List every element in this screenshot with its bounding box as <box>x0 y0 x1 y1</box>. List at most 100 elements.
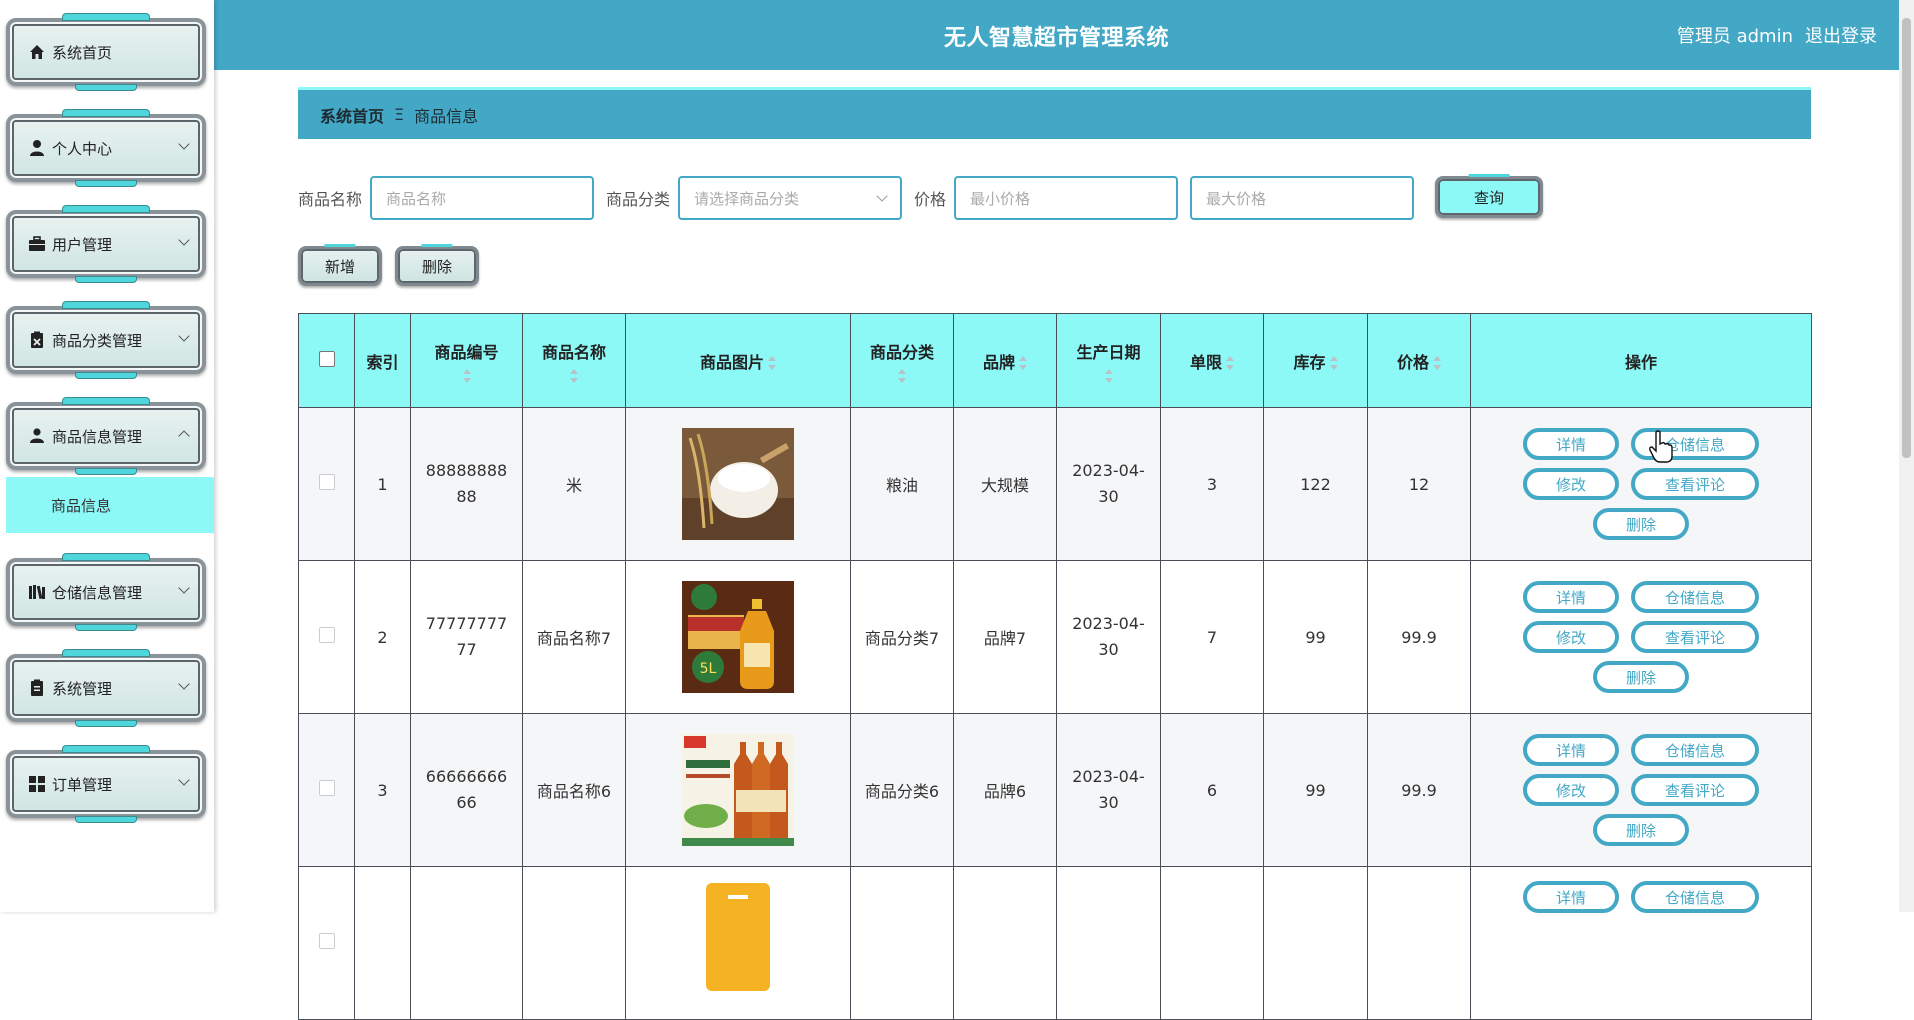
sidebar-item-personal-center[interactable]: 个人中心 <box>6 110 206 186</box>
code-text: 8888888888 <box>425 461 508 506</box>
min-price-input[interactable]: 最小价格 <box>954 176 1179 220</box>
sidebar-item-label: 用户管理 <box>52 235 113 254</box>
cell-index: 1 <box>354 407 411 561</box>
product-image-oil: 5L <box>682 581 794 693</box>
cell-date: 2023-04-30 <box>1056 713 1161 867</box>
product-name-input[interactable]: 商品名称 <box>370 176 595 220</box>
storage-info-button[interactable]: 仓储信息 <box>1631 734 1759 766</box>
cell-date <box>1056 866 1161 1020</box>
edit-button[interactable]: 修改 <box>1523 774 1619 806</box>
cell-price <box>1367 866 1471 1020</box>
code-text: 7777777777 <box>425 614 508 659</box>
date-text: 2023-04-30 <box>1072 767 1145 812</box>
sort-icon[interactable] <box>1433 356 1441 370</box>
view-reviews-button[interactable]: 查看评论 <box>1631 774 1759 806</box>
edit-button[interactable]: 修改 <box>1523 468 1619 500</box>
cell-actions: 详情 仓储信息 修改 查看评论 删除 <box>1470 407 1812 561</box>
svg-text:5L: 5L <box>700 661 717 677</box>
cell-stock: 122 <box>1263 407 1368 561</box>
batch-delete-button[interactable]: 删除 <box>395 246 479 286</box>
sidebar-item-product-management[interactable]: 商品信息管理 <box>6 398 206 474</box>
header-limit[interactable]: 单限 <box>1160 313 1264 408</box>
header-name[interactable]: 商品名称 <box>522 313 626 408</box>
sidebar-item-label: 系统管理 <box>52 679 113 698</box>
sidebar: 系统首页 个人中心 用户管理 商品分类管理 商品信息管理 商品信息 仓储信息管理… <box>0 0 214 912</box>
scrollbar-thumb[interactable] <box>1902 18 1911 458</box>
row-select-cell[interactable] <box>298 560 355 714</box>
sidebar-item-label: 商品分类管理 <box>52 331 143 350</box>
cell-image <box>625 713 851 867</box>
row-actions: 详情 仓储信息 修改 查看评论 删除 <box>1521 581 1761 693</box>
detail-button[interactable]: 详情 <box>1523 881 1619 913</box>
sort-icon[interactable] <box>898 368 906 383</box>
header-select-all[interactable] <box>298 313 355 408</box>
add-button-label: 新增 <box>324 257 355 276</box>
breadcrumb-current: 商品信息 <box>414 106 479 126</box>
code-text: 6666666666 <box>425 767 508 812</box>
row-select-cell[interactable] <box>298 407 355 561</box>
user-icon <box>28 427 46 445</box>
cell-code <box>410 866 523 1020</box>
query-button[interactable]: 查询 <box>1435 176 1543 218</box>
header-label: 商品名称 <box>541 342 606 362</box>
row-checkbox[interactable] <box>318 474 335 490</box>
breadcrumb-home[interactable]: 系统首页 <box>320 103 384 127</box>
delete-row-button[interactable]: 删除 <box>1593 508 1689 540</box>
breadcrumb: 系统首页 Ξ 商品信息 <box>298 87 1811 139</box>
menu-content: 仓储信息管理 <box>28 576 190 608</box>
view-reviews-button[interactable]: 查看评论 <box>1631 468 1759 500</box>
sort-icon[interactable] <box>1104 368 1113 383</box>
header-label: 生产日期 <box>1076 342 1141 362</box>
detail-button[interactable]: 详情 <box>1523 581 1619 613</box>
current-user[interactable]: 管理员 admin <box>1677 22 1793 48</box>
header-date[interactable]: 生产日期 <box>1056 313 1161 408</box>
delete-row-button[interactable]: 删除 <box>1593 661 1689 693</box>
sort-icon[interactable] <box>462 368 471 383</box>
page-scrollbar[interactable] <box>1899 0 1914 912</box>
chevron-down-icon <box>876 190 888 202</box>
header-category[interactable]: 商品分类 <box>850 313 954 408</box>
header-price[interactable]: 价格 <box>1367 313 1471 408</box>
clipboard-x-icon <box>28 331 46 349</box>
view-reviews-button[interactable]: 查看评论 <box>1631 621 1759 653</box>
row-select-cell[interactable] <box>298 713 355 867</box>
briefcase-icon <box>28 235 46 253</box>
sidebar-item-home[interactable]: 系统首页 <box>6 14 206 90</box>
detail-button[interactable]: 详情 <box>1523 428 1619 460</box>
header-image[interactable]: 商品图片 <box>625 313 851 408</box>
product-image-wine <box>682 734 794 846</box>
category-label: 商品分类 <box>606 190 671 209</box>
header-code[interactable]: 商品编号 <box>410 313 523 408</box>
sidebar-item-storage-management[interactable]: 仓储信息管理 <box>6 554 206 630</box>
header-brand[interactable]: 品牌 <box>953 313 1057 408</box>
select-all-checkbox[interactable] <box>318 350 335 367</box>
sort-icon[interactable] <box>1226 356 1234 370</box>
sort-icon[interactable] <box>768 356 776 370</box>
sidebar-item-category-management[interactable]: 商品分类管理 <box>6 302 206 378</box>
submenu-item-product-info[interactable]: 商品信息 <box>6 477 214 533</box>
cell-name: 商品名称7 <box>522 560 626 714</box>
row-select-cell[interactable] <box>298 866 355 1020</box>
sort-icon[interactable] <box>570 368 578 383</box>
add-button[interactable]: 新增 <box>298 246 382 286</box>
price-label: 价格 <box>914 190 947 209</box>
header-stock[interactable]: 库存 <box>1263 313 1368 408</box>
delete-row-button[interactable]: 删除 <box>1593 814 1689 846</box>
sort-icon[interactable] <box>1019 356 1027 370</box>
sidebar-item-user-management[interactable]: 用户管理 <box>6 206 206 282</box>
storage-info-button[interactable]: 仓储信息 <box>1631 881 1759 913</box>
row-checkbox[interactable] <box>318 780 335 796</box>
sidebar-item-system-management[interactable]: 系统管理 <box>6 650 206 726</box>
logout-link[interactable]: 退出登录 <box>1805 22 1877 48</box>
row-checkbox[interactable] <box>318 933 335 949</box>
storage-info-button[interactable]: 仓储信息 <box>1631 581 1759 613</box>
detail-button[interactable]: 详情 <box>1523 734 1619 766</box>
edit-button[interactable]: 修改 <box>1523 621 1619 653</box>
sidebar-item-order-management[interactable]: 订单管理 <box>6 746 206 822</box>
max-price-input[interactable]: 最大价格 <box>1190 176 1415 220</box>
cell-category: 商品分类6 <box>850 713 954 867</box>
category-select[interactable]: 请选择商品分类 <box>678 176 903 220</box>
row-checkbox[interactable] <box>318 627 335 643</box>
cell-image <box>625 407 851 561</box>
sort-icon[interactable] <box>1329 356 1338 370</box>
